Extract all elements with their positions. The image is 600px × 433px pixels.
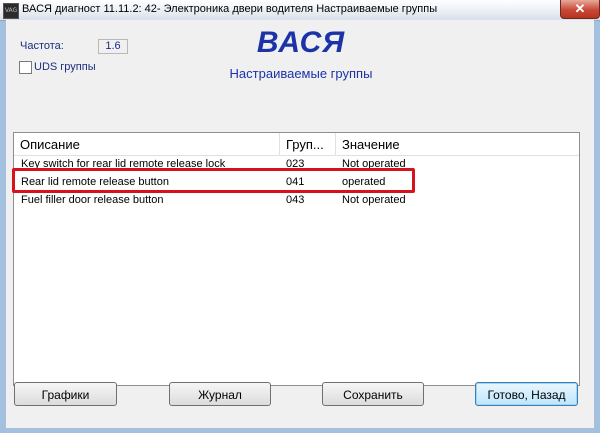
list-header: Описание Груп... Значение [14,133,579,156]
freq-label: Частота: [20,40,64,52]
close-button[interactable]: ✕ [560,0,600,19]
title-bar[interactable]: VAG ВАСЯ диагност 11.11.2: 42- Электрони… [0,0,600,21]
column-header-description[interactable]: Описание [14,133,280,155]
content-area: Частота: 1.6 UDS группы ВАСЯ Настраиваем… [6,20,594,428]
uds-label: UDS группы [34,61,96,73]
row-value: Not operated [342,194,406,206]
graphs-button[interactable]: Графики [14,382,117,406]
table-row[interactable]: Fuel filler door release button 043 Not … [14,192,579,209]
row-description: Fuel filler door release button [21,194,164,206]
row-group: 043 [286,194,305,206]
done-back-button[interactable]: Готово, Назад [475,382,578,406]
window-title: ВАСЯ диагност 11.11.2: 42- Электроника д… [22,3,438,15]
freq-value: 1.6 [98,39,128,54]
column-header-group[interactable]: Груп... [280,133,336,155]
page-subtitle: Настраиваемые группы [229,66,373,81]
column-header-value[interactable]: Значение [336,133,579,155]
save-button[interactable]: Сохранить [322,382,424,406]
highlight-annotation [12,168,415,193]
app-icon: VAG [3,3,19,19]
close-icon: ✕ [574,1,586,16]
app-logo-title: ВАСЯ [256,26,346,59]
uds-checkbox[interactable] [19,61,32,74]
journal-button[interactable]: Журнал [169,382,271,406]
app-window: VAG ВАСЯ диагност 11.11.2: 42- Электрони… [0,0,600,433]
